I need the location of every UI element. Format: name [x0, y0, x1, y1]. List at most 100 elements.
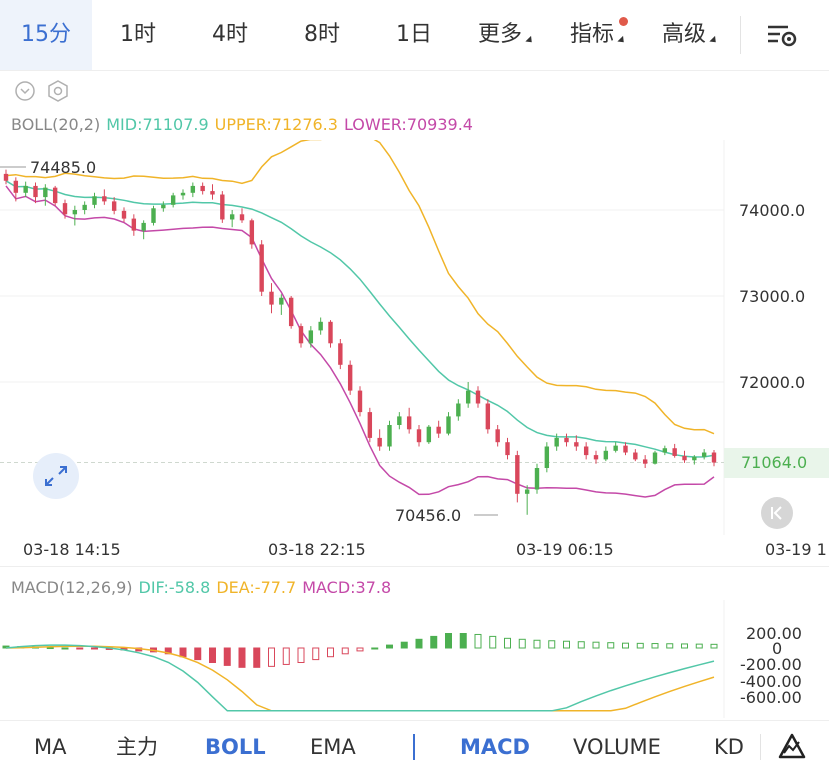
candle-body	[682, 455, 687, 461]
candle	[151, 205, 156, 226]
candle-body	[82, 204, 87, 210]
notification-dot	[619, 17, 628, 26]
high-marker-line	[0, 166, 26, 168]
candle-body	[613, 445, 618, 451]
candle	[249, 218, 255, 249]
candle	[642, 455, 648, 468]
drawing-tool-icon[interactable]	[778, 733, 806, 761]
tab-1d[interactable]: 1日	[372, 0, 456, 70]
candle	[613, 442, 618, 453]
candle-body	[426, 426, 432, 443]
boll-legend: BOLL(20,2) MID:71107.9 UPPER:71276.3 LOWER:…	[11, 115, 479, 134]
candle-body	[180, 192, 186, 196]
chart-settings-icon[interactable]	[764, 22, 800, 50]
candle-body	[249, 220, 255, 245]
tab-advanced[interactable]: 高级	[654, 0, 726, 70]
tab-more-label: 更多	[477, 22, 522, 47]
candle-body	[220, 194, 225, 220]
indicator-ma[interactable]: MA	[34, 721, 66, 774]
candle	[92, 192, 97, 209]
candle-body	[623, 445, 628, 453]
candle-body	[642, 459, 648, 464]
candle	[279, 294, 284, 315]
candle	[387, 420, 392, 451]
candle	[308, 326, 314, 348]
time-label: 03-19 1	[765, 540, 827, 559]
tab-more[interactable]: 更多	[470, 0, 542, 70]
candle-body	[62, 203, 68, 215]
macd-histogram-bar	[474, 633, 482, 649]
macd-histogram-bar	[209, 647, 216, 663]
macd-histogram-bar	[282, 647, 290, 665]
macd-histogram-bar	[91, 647, 98, 650]
candle-body	[367, 412, 373, 438]
macd-histogram-bar	[504, 637, 511, 649]
macd-dea-line	[5, 645, 715, 712]
candle	[456, 399, 461, 421]
candle	[377, 429, 382, 451]
candle	[328, 320, 333, 348]
indicator-main-force[interactable]: 主力	[116, 721, 158, 774]
macd-histogram-bar	[710, 643, 718, 649]
macd-histogram-bar	[297, 647, 305, 663]
candle	[200, 182, 205, 195]
tab-15m[interactable]: 15分	[0, 0, 92, 70]
candle	[259, 240, 264, 296]
candle-body	[524, 489, 530, 494]
candle-body	[652, 452, 658, 464]
high-marker-label: 74485.0	[30, 158, 97, 177]
candle-body	[288, 297, 294, 327]
candle	[131, 214, 137, 236]
section-divider	[0, 566, 829, 567]
candle	[672, 443, 677, 458]
indicator-macd[interactable]: MACD	[460, 721, 530, 774]
indicator-volume[interactable]: VOLUME	[573, 721, 661, 774]
macd-histogram-bar	[76, 647, 84, 650]
candle-body	[43, 187, 48, 198]
candle-body	[574, 442, 579, 447]
candle	[416, 425, 422, 447]
tab-1h[interactable]: 1时	[96, 0, 180, 70]
expand-chart-button[interactable]	[33, 453, 79, 499]
candle-body	[347, 364, 353, 391]
candle-body	[544, 446, 550, 468]
chevron-down-icon	[617, 35, 627, 46]
indicator-kd[interactable]: KD	[714, 721, 744, 774]
timeframe-bar: 15分 1时 4时 8时 1日 更多 指标 高级	[0, 0, 829, 71]
macd-value: MACD:37.8	[302, 578, 392, 597]
macd-histogram-bar	[518, 638, 526, 649]
price-chart[interactable]	[0, 140, 829, 535]
tab-8h[interactable]: 8时	[280, 0, 364, 70]
macd-histogram-bar	[666, 643, 674, 649]
boll-mid: MID:71107.9	[106, 115, 209, 134]
macd-histogram-bar	[548, 640, 556, 649]
divider	[740, 16, 741, 54]
macd-histogram-bar	[179, 647, 187, 658]
indicator-boll[interactable]: BOLL	[205, 721, 266, 774]
candle	[505, 437, 510, 460]
tab-indicators[interactable]: 指标	[562, 0, 634, 70]
candle	[180, 189, 186, 200]
collapse-icon[interactable]	[14, 80, 36, 102]
candle-body	[406, 416, 412, 430]
macd-chart[interactable]	[0, 600, 829, 718]
candle	[465, 382, 471, 408]
expand-icon	[45, 466, 67, 486]
indicator-settings-icon[interactable]	[46, 79, 70, 103]
candle-body	[701, 452, 707, 457]
tab-4h[interactable]: 4时	[188, 0, 272, 70]
candle-body	[633, 452, 638, 460]
macd-histogram-bar	[400, 641, 408, 649]
low-marker-label: 70456.0	[395, 506, 462, 525]
indicator-ema[interactable]: EMA	[310, 721, 356, 774]
candle	[544, 442, 550, 473]
candle-body	[485, 403, 491, 430]
candle	[652, 450, 658, 465]
candle	[633, 449, 638, 462]
candle-body	[279, 297, 284, 305]
candle-body	[554, 437, 559, 447]
macd-histogram-bar	[430, 635, 438, 649]
candle-body	[465, 390, 471, 404]
scroll-latest-button[interactable]	[761, 497, 793, 529]
macd-histogram-bar	[563, 640, 570, 649]
